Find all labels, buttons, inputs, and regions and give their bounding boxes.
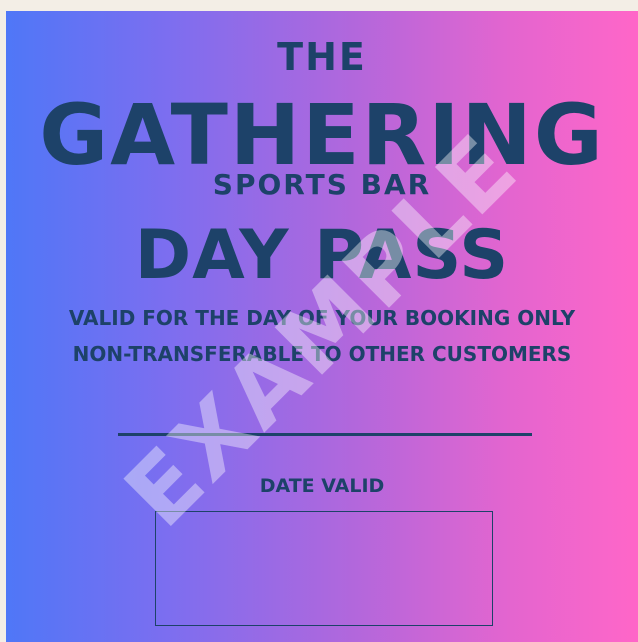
date-valid-box <box>155 511 493 626</box>
brand-name: GATHERING <box>39 86 605 184</box>
day-pass-ticket: THE GATHERING SPORTS BAR DAY PASS VALID … <box>6 11 638 642</box>
signature-line <box>118 433 532 436</box>
date-valid-label: DATE VALID <box>259 475 385 497</box>
transfer-note: NON-TRANSFERABLE TO OTHER CUSTOMERS <box>72 342 572 366</box>
brand-prefix: THE <box>277 35 367 79</box>
pass-title: DAY PASS <box>134 216 510 295</box>
validity-note: VALID FOR THE DAY OF YOUR BOOKING ONLY <box>68 306 576 330</box>
brand-subtitle: SPORTS BAR <box>212 168 432 201</box>
